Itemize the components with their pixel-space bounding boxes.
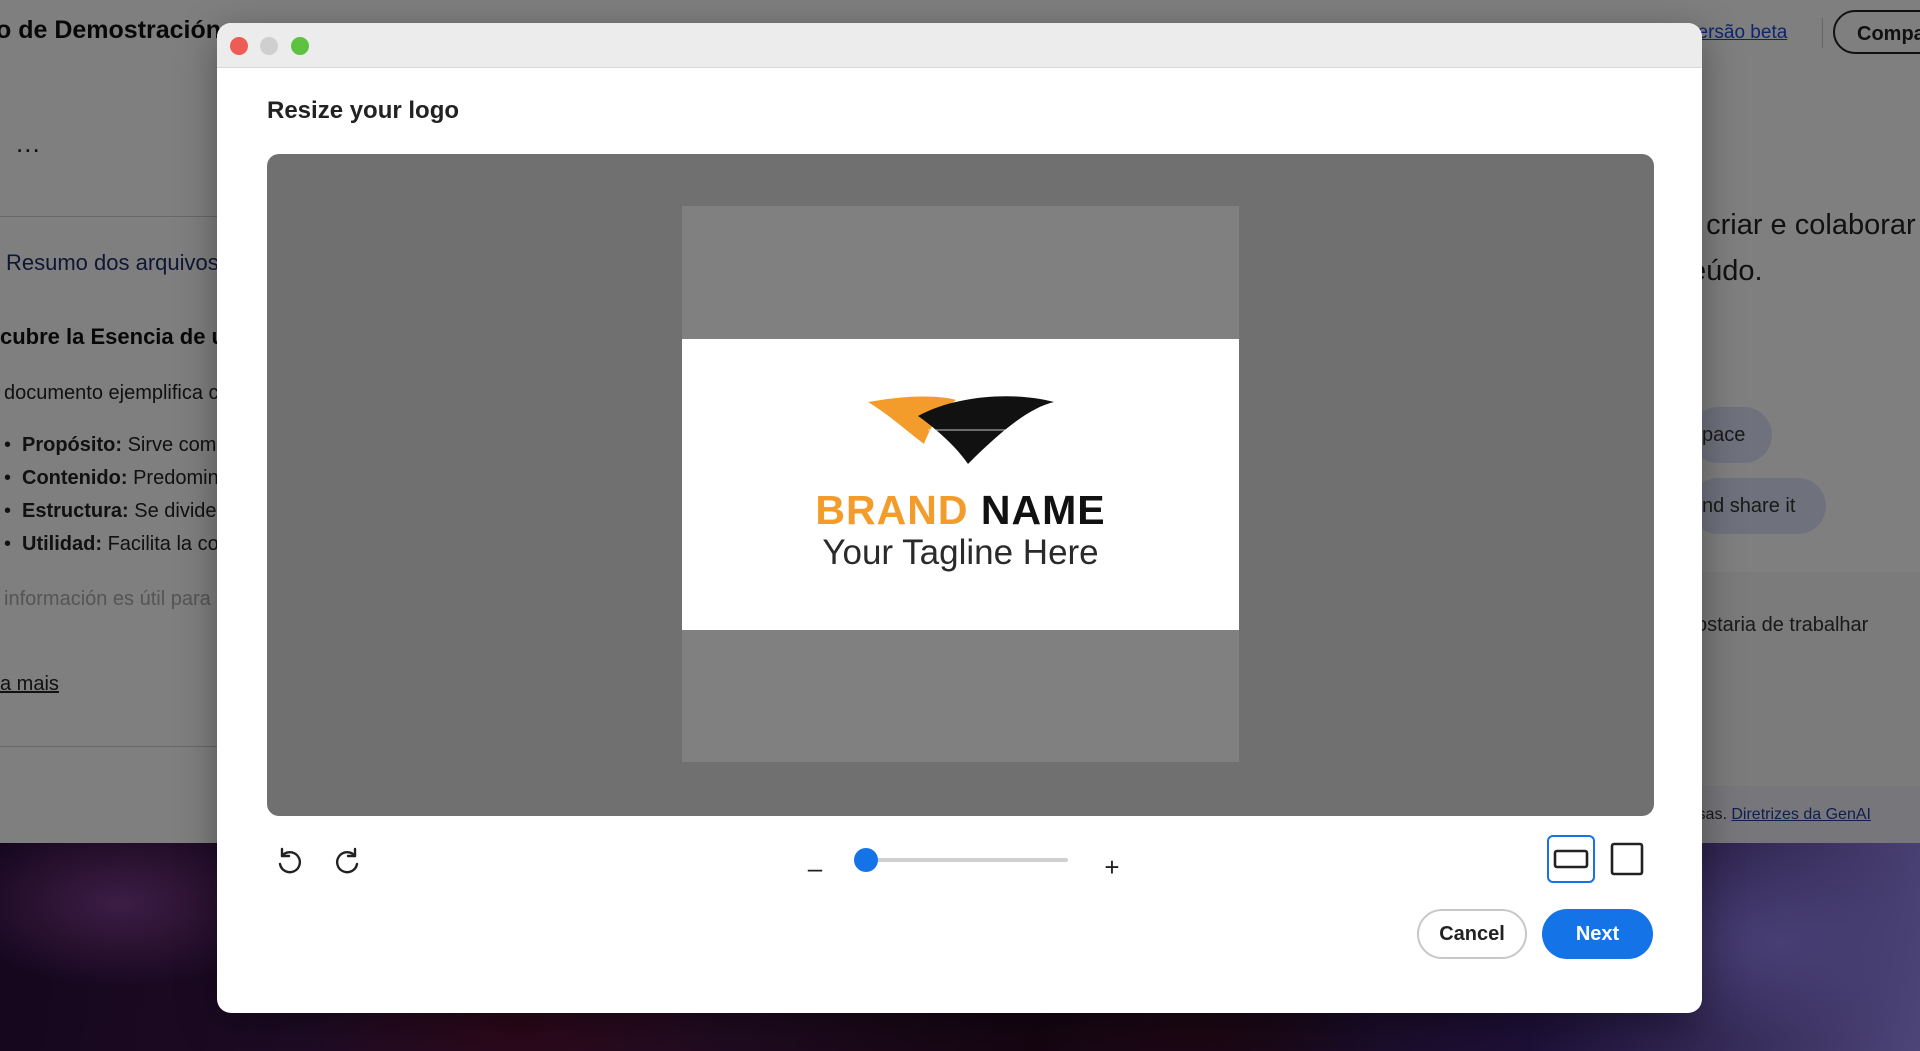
- square-icon: [1610, 842, 1644, 876]
- brand-name-text: BRAND NAME: [815, 487, 1106, 533]
- zoom-out-button[interactable]: –: [805, 853, 825, 884]
- dialog-title: Resize your logo: [267, 97, 460, 124]
- zoom-in-button[interactable]: +: [1102, 852, 1122, 883]
- cancel-button[interactable]: Cancel: [1417, 909, 1527, 959]
- logo-image[interactable]: BRAND NAME Your Tagline Here: [682, 339, 1239, 630]
- landscape-rectangle-icon: [1553, 849, 1589, 869]
- rotate-ccw-icon: [278, 847, 301, 874]
- window-titlebar: [217, 23, 1702, 68]
- close-window-icon[interactable]: [230, 37, 248, 55]
- next-button[interactable]: Next: [1542, 909, 1653, 959]
- maximize-window-icon[interactable]: [291, 37, 309, 55]
- wing-logo-icon: [868, 396, 1054, 464]
- rotate-right-button[interactable]: [328, 841, 368, 881]
- zoom-slider-thumb[interactable]: [853, 848, 878, 872]
- tagline-text: Your Tagline Here: [822, 533, 1099, 572]
- minimize-window-icon[interactable]: [260, 37, 278, 55]
- aspect-landscape-button[interactable]: [1547, 835, 1595, 883]
- zoom-slider[interactable]: [853, 848, 1068, 872]
- rotate-cw-icon: [336, 847, 359, 874]
- rotate-left-button[interactable]: [269, 841, 309, 881]
- resize-logo-dialog: Resize your logo BRAND NAME Your Tagline…: [217, 23, 1702, 1013]
- logo-preview-area: BRAND NAME Your Tagline Here: [267, 154, 1654, 816]
- crop-frame[interactable]: BRAND NAME Your Tagline Here: [682, 206, 1239, 762]
- aspect-square-button[interactable]: [1603, 835, 1651, 883]
